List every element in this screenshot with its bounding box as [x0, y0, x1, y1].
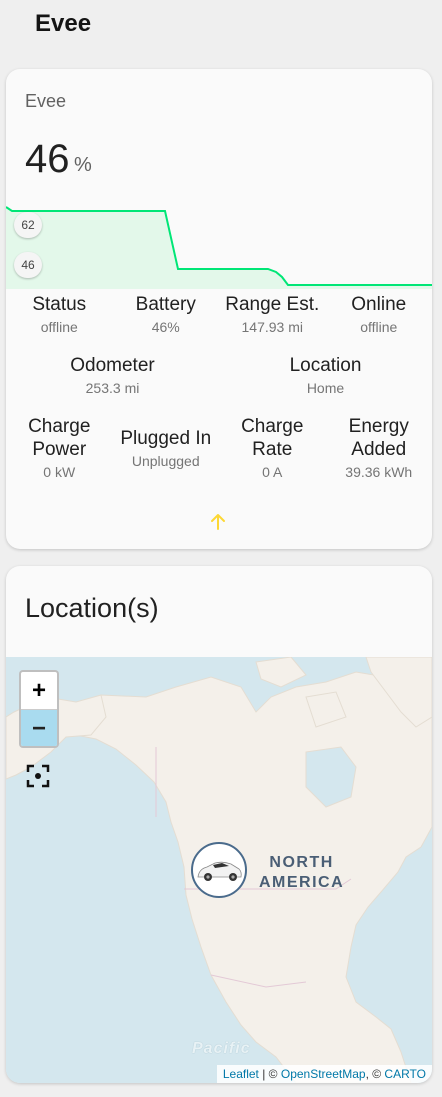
- expand-arrow-icon[interactable]: [208, 512, 228, 532]
- attr-energy-added[interactable]: Energy Added 39.36 kWh: [326, 415, 433, 480]
- battery-level-unit: %: [74, 154, 92, 176]
- attr-name: Charge Rate: [219, 415, 326, 461]
- attr-value: offline: [360, 319, 398, 335]
- attributes-row-1: Status offline Battery 46% Range Est. 14…: [6, 293, 432, 335]
- attr-value: 39.36 kWh: [345, 464, 413, 480]
- map-card-title: Location(s): [25, 593, 159, 623]
- map-region-label-line-2: AMERICA: [259, 874, 345, 891]
- car-marker-icon[interactable]: [191, 842, 247, 898]
- card-name: Evee: [25, 91, 67, 111]
- attr-charge-rate[interactable]: Charge Rate 0 A: [219, 415, 326, 480]
- attr-name: Range Est.: [225, 294, 320, 315]
- attr-range[interactable]: Range Est. 147.93 mi: [219, 293, 326, 335]
- map-card: Location(s) + − NORTH AMERICA Pacific Le…: [6, 566, 432, 1083]
- vehicle-sensor-card[interactable]: Evee 46 % 62 46 Status offline Battery 4…: [6, 69, 432, 549]
- attr-status[interactable]: Status offline: [6, 293, 113, 335]
- map-region-label: NORTH AMERICA: [259, 853, 344, 893]
- attr-value: offline: [40, 319, 78, 335]
- attr-location[interactable]: Location Home: [219, 354, 432, 396]
- attributes-row-2: Odometer 253.3 mi Location Home: [6, 354, 432, 396]
- battery-history-graph[interactable]: 62 46: [6, 199, 432, 289]
- attr-value: 0 kW: [43, 464, 76, 480]
- map-attribution: Leaflet | © OpenStreetMap, © CARTO: [216, 1065, 432, 1083]
- attr-value: 46%: [151, 319, 180, 335]
- attr-name: Online: [351, 294, 407, 315]
- attribution-separator: | ©: [258, 1067, 281, 1081]
- battery-history-svg: [6, 206, 432, 289]
- attributes-row-3: Charge Power 0 kW Plugged In Unplugged Ch…: [6, 415, 432, 480]
- location-map[interactable]: + − NORTH AMERICA Pacific Leaflet | © Op…: [6, 657, 432, 1083]
- attr-name: Status: [32, 294, 87, 315]
- attr-name-line-1: Energy: [348, 416, 409, 437]
- attr-plugged-in[interactable]: Plugged In Unplugged: [113, 427, 220, 469]
- zoom-control: + −: [19, 670, 59, 748]
- page-title: Evee: [35, 10, 92, 37]
- battery-level-value: 46: [25, 137, 70, 181]
- attr-name: Odometer: [70, 355, 155, 376]
- attr-value: 253.3 mi: [85, 380, 140, 396]
- zoom-in-button[interactable]: +: [21, 672, 57, 710]
- attr-value: Home: [306, 380, 345, 396]
- attr-name: Location: [289, 355, 362, 376]
- attr-name-line-2: Power: [32, 439, 87, 460]
- map-ocean-label: Pacific: [192, 1040, 251, 1057]
- carto-link[interactable]: CARTO: [384, 1067, 426, 1081]
- attr-value: 0 A: [262, 464, 283, 480]
- attr-name: Plugged In: [120, 427, 212, 449]
- attr-online[interactable]: Online offline: [326, 293, 433, 335]
- attr-name: Charge Power: [6, 415, 113, 461]
- attr-odometer[interactable]: Odometer 253.3 mi: [6, 354, 219, 396]
- attr-name: Battery: [135, 294, 196, 315]
- attr-name-line-2: Rate: [252, 439, 293, 460]
- attr-name-line-2: Added: [351, 439, 407, 460]
- fit-bounds-icon[interactable]: [25, 763, 51, 789]
- map-region-label-line-1: NORTH: [269, 854, 334, 871]
- attr-value: Unplugged: [131, 452, 200, 469]
- attr-value: 147.93 mi: [241, 319, 303, 335]
- attr-battery[interactable]: Battery 46%: [113, 293, 220, 335]
- graph-fill: [6, 207, 432, 289]
- graph-min-label: 46: [14, 252, 42, 278]
- openstreetmap-link[interactable]: OpenStreetMap: [281, 1067, 366, 1081]
- zoom-out-button[interactable]: −: [21, 710, 57, 746]
- attr-charge-power[interactable]: Charge Power 0 kW: [6, 415, 113, 480]
- leaflet-link[interactable]: Leaflet: [223, 1067, 259, 1081]
- graph-max-label: 62: [14, 212, 42, 238]
- attr-name: Energy Added: [326, 415, 433, 461]
- attr-name-line-1: Charge: [241, 416, 304, 437]
- attr-name-line-1: Charge: [28, 416, 91, 437]
- attribution-separator: , ©: [365, 1067, 385, 1081]
